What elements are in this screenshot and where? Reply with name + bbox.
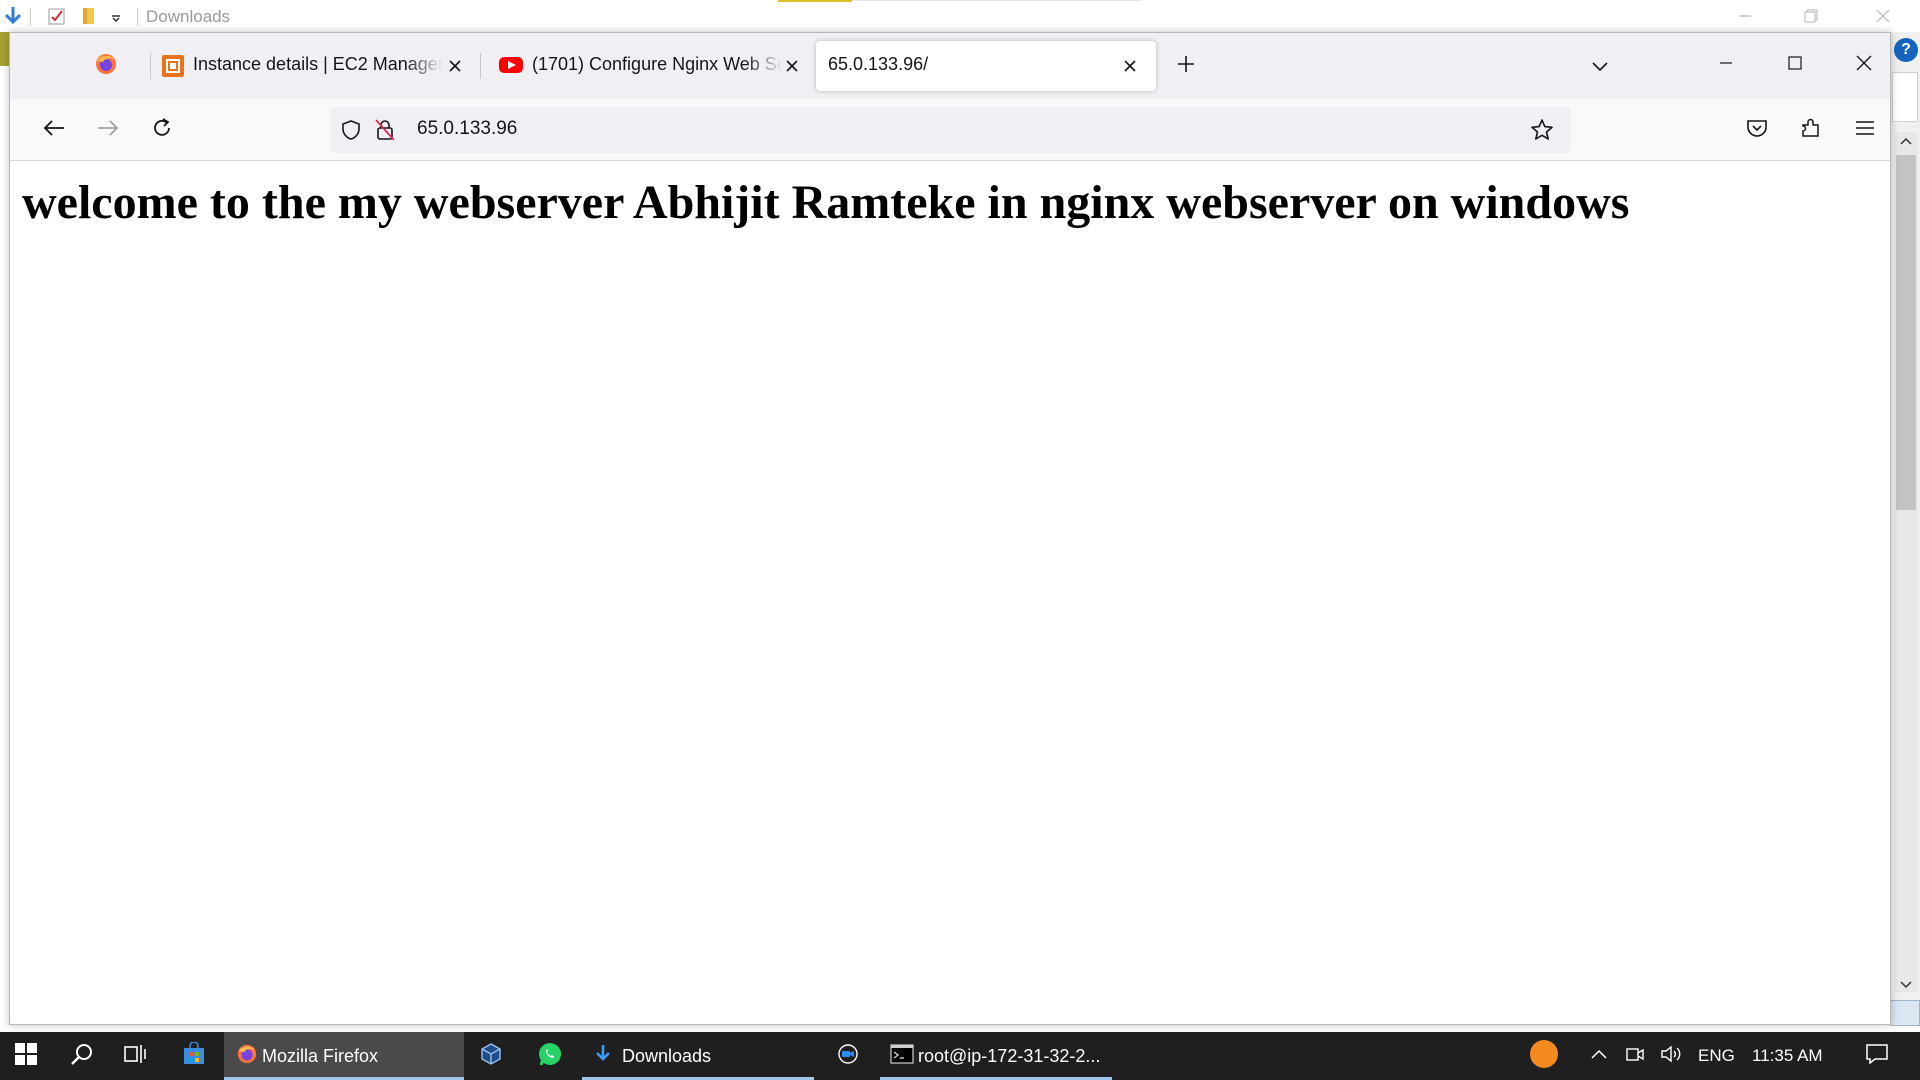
tab-firefox-view[interactable] (66, 41, 146, 91)
zoom-icon (837, 1043, 859, 1070)
background-panel (1892, 72, 1918, 122)
youtube-icon (498, 55, 524, 80)
taskbar-app-downloads[interactable]: Downloads (582, 1032, 814, 1080)
volume-button[interactable] (1654, 1032, 1690, 1080)
windows-logo-icon (15, 1042, 37, 1070)
tab-youtube-video[interactable]: (1701) Configure Nginx Web Se (488, 41, 806, 91)
page-heading: welcome to the my webserver Abhijit Ramt… (22, 176, 1630, 229)
speaker-icon (1660, 1044, 1684, 1069)
folder-icon[interactable] (80, 6, 98, 26)
explorer-quick-access-bar: Downloads (0, 0, 1920, 32)
download-folder-icon (594, 1044, 612, 1069)
close-window-button[interactable] (1838, 45, 1890, 85)
aws-ec2-icon (161, 54, 185, 83)
taskbar-app-firefox[interactable]: Mozilla Firefox (224, 1032, 464, 1080)
tab-label: Instance details | EC2 Managem (193, 54, 443, 74)
properties-checkmark-icon[interactable] (47, 6, 67, 26)
taskbar-app-label: root@ip-172-31-32-2... (918, 1045, 1101, 1066)
arrow-left-icon (43, 119, 65, 142)
clock[interactable]: 11:35 AM (1752, 1046, 1823, 1066)
firefox-window: Instance details | EC2 Managem (1701) Co… (9, 32, 1891, 1025)
forward-button[interactable] (89, 111, 127, 149)
explorer-minimize-button[interactable] (1725, 4, 1765, 28)
navigation-toolbar: 65.0.133.96 (10, 99, 1890, 161)
notification-icon (1865, 1042, 1889, 1071)
close-icon (1856, 55, 1872, 76)
tray-camera-button[interactable] (1618, 1032, 1652, 1080)
background-window-thumbnail (1890, 1000, 1920, 1026)
close-tab-icon[interactable] (780, 54, 804, 78)
explorer-restore-button[interactable] (1791, 4, 1831, 28)
scroll-down-icon[interactable] (1896, 978, 1916, 997)
maximize-button[interactable] (1769, 45, 1821, 85)
tray-app-orange-circle[interactable] (1524, 1032, 1564, 1080)
explorer-close-button[interactable] (1863, 4, 1903, 28)
pocket-icon (1746, 118, 1768, 143)
tab-label: 65.0.133.96/ (828, 54, 929, 74)
new-tab-button[interactable] (1166, 41, 1206, 91)
background-scroll-thumb[interactable] (1896, 155, 1916, 510)
show-hidden-icons-button[interactable] (1582, 1032, 1616, 1080)
orange-status-icon (1529, 1039, 1559, 1074)
page-content: welcome to the my webserver Abhijit Ramt… (10, 161, 1890, 1024)
tab-ec2-instance-details[interactable]: Instance details | EC2 Managem (151, 41, 469, 91)
puzzle-piece-icon (1800, 117, 1822, 144)
reload-button[interactable] (143, 111, 181, 149)
windows-taskbar: Mozilla Firefox Downloads root@ip-172-31… (0, 1032, 1920, 1080)
task-view-button[interactable] (110, 1032, 162, 1080)
help-icon[interactable]: ? (1894, 38, 1918, 62)
close-tab-icon[interactable] (1118, 54, 1142, 78)
chevron-up-icon (1590, 1047, 1608, 1065)
arrow-right-icon (97, 119, 119, 142)
tab-strip: Instance details | EC2 Managem (1701) Co… (10, 33, 1890, 99)
camera-icon (1625, 1044, 1645, 1069)
download-arrow-icon[interactable] (2, 6, 24, 26)
firefox-icon (236, 1043, 258, 1070)
hamburger-menu-icon (1855, 120, 1875, 141)
firefox-icon (94, 52, 118, 81)
search-button[interactable] (56, 1032, 108, 1080)
tab-label: (1701) Configure Nginx Web Se (532, 54, 782, 74)
action-center-button[interactable] (1852, 1032, 1902, 1080)
explorer-window-title: Downloads (146, 7, 231, 26)
start-button[interactable] (0, 1032, 52, 1080)
taskbar-app-label: Downloads (622, 1045, 712, 1066)
microsoft-store-button[interactable] (168, 1032, 220, 1080)
list-all-tabs-button[interactable] (1580, 41, 1620, 91)
pocket-button[interactable] (1738, 111, 1776, 149)
input-language-indicator[interactable]: ENG (1698, 1046, 1735, 1066)
close-tab-icon[interactable] (443, 54, 467, 78)
bookmark-star-icon[interactable] (1530, 118, 1554, 147)
task-view-icon (124, 1043, 148, 1070)
app-menu-button[interactable] (1846, 111, 1884, 149)
minimize-icon (1719, 56, 1733, 75)
tab-active-webserver[interactable]: 65.0.133.96/ (816, 41, 1156, 91)
taskbar-app-zoom[interactable] (822, 1032, 874, 1080)
store-bag-icon (182, 1040, 206, 1071)
taskbar-app-whatsapp[interactable] (524, 1032, 576, 1080)
search-icon (70, 1042, 94, 1071)
url-text[interactable]: 65.0.133.96 (417, 118, 517, 140)
back-button[interactable] (35, 111, 73, 149)
extensions-button[interactable] (1792, 111, 1830, 149)
customize-toolbar-chevron-icon[interactable] (110, 6, 122, 26)
chevron-down-icon (1591, 56, 1609, 77)
terminal-icon (890, 1043, 914, 1069)
url-bar[interactable]: 65.0.133.96 (330, 107, 1571, 153)
whatsapp-icon (537, 1041, 563, 1072)
taskbar-app-label: Mozilla Firefox (262, 1045, 379, 1066)
virtualbox-icon (479, 1042, 503, 1071)
maximize-icon (1788, 55, 1802, 75)
plus-icon (1177, 55, 1195, 78)
tracking-protection-shield-icon[interactable] (340, 119, 362, 146)
insecure-lock-icon[interactable] (374, 118, 396, 147)
scroll-up-icon[interactable] (1896, 134, 1916, 153)
minimize-button[interactable] (1700, 45, 1752, 85)
taskbar-app-virtualbox[interactable] (466, 1032, 516, 1080)
reload-icon (151, 117, 173, 144)
taskbar-app-terminal[interactable]: root@ip-172-31-32-2... (880, 1032, 1112, 1080)
